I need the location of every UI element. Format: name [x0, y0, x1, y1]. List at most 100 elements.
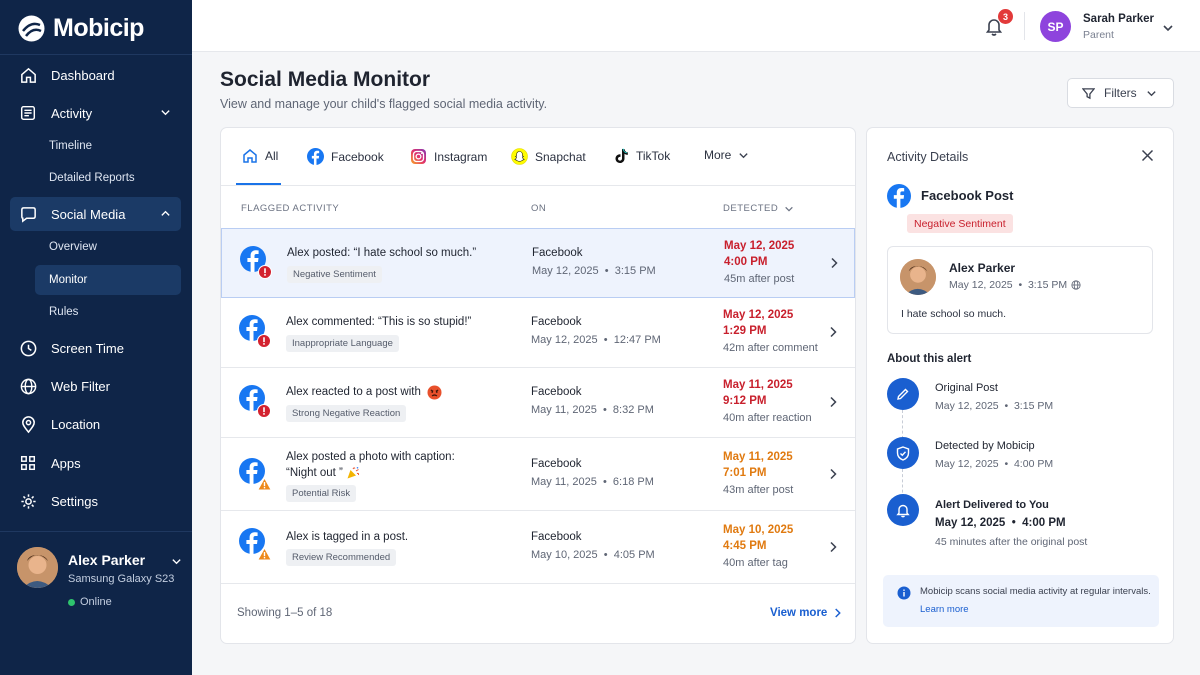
tab-more[interactable]: More — [704, 148, 749, 162]
timeline-date: May 12, 2025 • 4:00 PM — [935, 517, 1066, 529]
info-box: Mobicip scans social media activity at r… — [883, 575, 1159, 627]
page-title: Social Media Monitor — [220, 68, 431, 91]
tab-facebook-label: Facebook — [331, 149, 384, 164]
activity-text: Alex posted: “I hate school so much.” — [287, 247, 477, 259]
tab-snapchat[interactable]: Snapchat — [511, 148, 586, 165]
chevron-down-icon[interactable] — [1162, 22, 1174, 34]
chevron-down-icon[interactable] — [171, 556, 182, 567]
tab-instagram[interactable]: Instagram — [410, 148, 487, 165]
post-preview: Alex Parker May 12, 2025 • 3:15 PM I hat… — [887, 246, 1153, 334]
nav-location[interactable]: Location — [10, 407, 181, 441]
timeline-step-circle — [887, 494, 919, 526]
activity-date: May 10, 2025 • 4:05 PM — [531, 549, 655, 561]
timeline-title: Original Post — [935, 382, 998, 394]
table-row[interactable]: Alex posted a photo with caption: “Night… — [221, 438, 855, 511]
chevron-right-icon — [830, 326, 837, 338]
activity-tag: Negative Sentiment — [287, 266, 382, 283]
detected-time: 9:12 PM — [723, 395, 767, 407]
nav-detailed-reports[interactable]: Detailed Reports — [35, 163, 181, 193]
table-row[interactable]: Alex posted: “I hate school so much.” Ne… — [221, 228, 855, 298]
col-header-detected[interactable]: DETECTED — [723, 203, 794, 214]
gear-icon — [18, 491, 38, 511]
detected-date: May 10, 2025 — [723, 524, 794, 536]
chevron-down-icon — [739, 152, 748, 158]
filters-button[interactable]: Filters — [1067, 78, 1174, 108]
tab-tiktok[interactable]: TikTok — [614, 148, 670, 164]
activity-source: Facebook — [531, 531, 582, 543]
activity-text-wrap: Alex reacted to a post with — [286, 384, 442, 400]
nav-screen-time[interactable]: Screen Time — [10, 331, 181, 365]
logo[interactable]: Mobicip — [18, 14, 144, 43]
child-status-label: Online — [80, 596, 112, 608]
table-row[interactable]: Alex is tagged in a post. Review Recomme… — [221, 511, 855, 584]
nav-apps[interactable]: Apps — [10, 446, 181, 480]
angry-face-icon — [427, 385, 442, 399]
timeline-date: May 12, 2025 • 4:00 PM — [935, 458, 1054, 470]
activity-date: May 11, 2025 • 8:32 PM — [531, 404, 654, 416]
nav-social-media[interactable]: Social Media — [10, 197, 181, 231]
location-pin-icon — [18, 414, 38, 434]
about-alert-heading: About this alert — [887, 353, 972, 365]
detected-time: 1:29 PM — [723, 325, 767, 337]
instagram-icon — [411, 149, 426, 164]
snapchat-icon — [511, 148, 528, 165]
sidebar-divider — [0, 54, 192, 55]
activity-tag: Inappropriate Language — [286, 335, 399, 352]
nav-web-filter[interactable]: Web Filter — [10, 369, 181, 403]
detected-date: May 11, 2025 — [723, 379, 793, 391]
chevron-down-icon — [161, 110, 170, 116]
nav-activity[interactable]: Activity — [10, 96, 181, 130]
warning-badge-icon — [257, 477, 272, 491]
user-avatar[interactable]: SP — [1040, 11, 1071, 42]
activity-tag: Potential Risk — [286, 485, 357, 502]
activity-date: May 12, 2025 • 3:15 PM — [532, 265, 656, 277]
tab-instagram-label: Instagram — [434, 149, 488, 164]
logo-text: Mobicip — [53, 14, 144, 42]
author-avatar — [900, 259, 936, 295]
activity-tag: Strong Negative Reaction — [286, 405, 407, 422]
user-role: Parent — [1083, 29, 1114, 41]
tab-all[interactable]: All — [242, 148, 278, 164]
globe-icon — [1071, 280, 1081, 290]
pencil-icon — [897, 388, 909, 400]
detected-after: 42m after comment — [723, 342, 818, 354]
activity-date: May 12, 2025 • 12:47 PM — [531, 334, 661, 346]
tab-all-label: All — [265, 149, 279, 163]
nav-monitor[interactable]: Monitor — [35, 265, 181, 295]
close-icon[interactable] — [1141, 149, 1154, 162]
chevron-up-icon — [161, 210, 170, 216]
table-row[interactable]: Alex reacted to a post with Strong Negat… — [221, 368, 855, 438]
nav-screen-time-label: Screen Time — [51, 340, 124, 356]
timeline-title: Detected by Mobicip — [935, 440, 1035, 452]
detected-time: 4:00 PM — [724, 256, 768, 268]
table-row[interactable]: Alex commented: “This is so stupid!” Ina… — [221, 298, 855, 368]
nav-settings-label: Settings — [51, 493, 98, 509]
timeline-step-circle — [887, 378, 919, 410]
child-profile[interactable]: Alex Parker Samsung Galaxy S23 Online — [17, 547, 182, 617]
col-header-on: ON — [531, 203, 547, 214]
learn-more-link[interactable]: Learn more — [920, 604, 969, 615]
detail-tag: Negative Sentiment — [907, 214, 1013, 233]
child-name: Alex Parker — [68, 552, 146, 568]
post-time-wrap: May 12, 2025 • 3:15 PM — [949, 279, 1081, 291]
user-name[interactable]: Sarah Parker — [1083, 13, 1154, 25]
nav-overview[interactable]: Overview — [35, 232, 181, 262]
sidebar-divider — [0, 531, 192, 532]
activity-text: Alex commented: “This is so stupid!” — [286, 316, 472, 328]
nav-timeline[interactable]: Timeline — [35, 131, 181, 161]
activity-tag: Review Recommended — [286, 549, 397, 566]
tab-facebook[interactable]: Facebook — [307, 148, 384, 165]
shield-check-icon — [896, 445, 910, 461]
facebook-icon — [887, 184, 911, 208]
view-more-link[interactable]: View more — [770, 607, 842, 619]
chat-icon — [18, 204, 38, 224]
tab-more-label: More — [704, 148, 732, 162]
nav-rules[interactable]: Rules — [35, 297, 181, 327]
clock-icon — [18, 338, 38, 358]
activity-icon — [18, 103, 38, 123]
nav-dashboard[interactable]: Dashboard — [10, 58, 181, 92]
nav-settings[interactable]: Settings — [10, 484, 181, 518]
activity-caption: “Night out ” — [286, 467, 343, 479]
activity-source: Facebook — [531, 386, 582, 398]
info-icon — [897, 586, 911, 600]
